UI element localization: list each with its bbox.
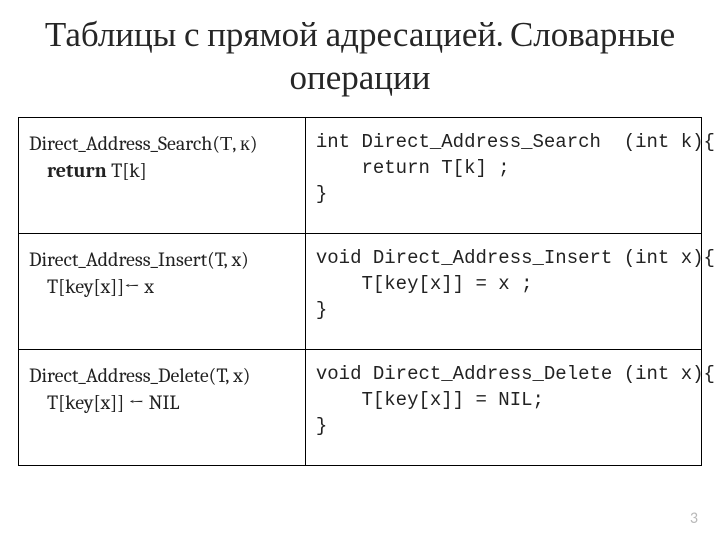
operations-table: Direct_Address_Search(Т, к) return T[k] … (18, 117, 702, 466)
code-cell: void Direct_Address_Insert (int x){ T[ke… (305, 234, 701, 350)
table-row: Direct_Address_Search(Т, к) return T[k] … (19, 118, 702, 234)
table-row: Direct_Address_Insert(T, x) T[key[x]]← x… (19, 234, 702, 350)
slide: Таблицы с прямой адресацией. Словарные о… (0, 0, 720, 540)
pseudo-cell: Direct_Address_Search(Т, к) return T[k] (19, 118, 306, 234)
code-cell: int Direct_Address_Search (int k){ retur… (305, 118, 701, 234)
page-number: 3 (690, 509, 698, 528)
table-row: Direct_Address_Delete(T, x) T[key[x]] ← … (19, 350, 702, 466)
code-block: int Direct_Address_Search (int k){ retur… (316, 130, 691, 207)
pseudo-cell: Direct_Address_Delete(T, x) T[key[x]] ← … (19, 350, 306, 466)
pseudo-line: T[key[x]]← x (29, 273, 154, 300)
page-title: Таблицы с прямой адресацией. Словарные о… (18, 14, 702, 99)
pseudo-cell: Direct_Address_Insert(T, x) T[key[x]]← x (19, 234, 306, 350)
pseudo-line: Direct_Address_Delete(T, x) (29, 364, 250, 387)
pseudo-line: T[key[x]] ← NIL (29, 389, 179, 416)
code-block: void Direct_Address_Insert (int x){ T[ke… (316, 246, 691, 323)
code-cell: void Direct_Address_Delete (int x){ T[ke… (305, 350, 701, 466)
pseudo-tail: T[k] (107, 159, 147, 182)
pseudo-keyword: return (47, 159, 107, 182)
code-block: void Direct_Address_Delete (int x){ T[ke… (316, 362, 691, 439)
pseudo-line: Direct_Address_Search(Т, к) (29, 132, 258, 155)
pseudo-line: Direct_Address_Insert(T, x) (29, 248, 249, 271)
